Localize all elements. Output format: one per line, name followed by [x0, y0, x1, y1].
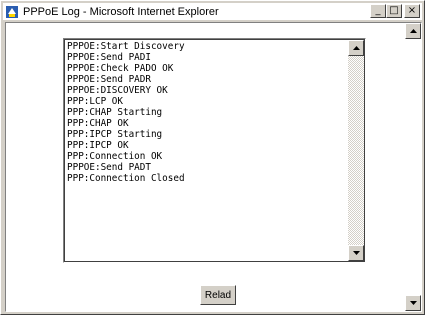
close-button[interactable]: ×: [404, 4, 420, 18]
log-line: PPPOE:Send PADT: [67, 162, 151, 173]
log-line: PPPOE:Send PADI: [67, 52, 151, 63]
window-title: PPPoE Log - Microsoft Internet Explorer: [23, 5, 219, 18]
arrow-up-icon: [352, 46, 360, 50]
log-line: PPP:Connection Closed: [67, 173, 185, 184]
log-line: PPP:IPCP OK: [67, 140, 129, 151]
arrow-up-icon: [409, 29, 417, 33]
log-scrollbar[interactable]: [348, 40, 364, 261]
log-text: PPPOE:Start Discovery PPPOE:Send PADI PPPO…: [67, 41, 347, 261]
browser-window: PPPoE Log - Microsoft Internet Explorer …: [0, 0, 425, 315]
internet-explorer-icon: [5, 5, 19, 19]
arrow-down-icon: [352, 251, 360, 255]
page-scroll-up-button[interactable]: [405, 23, 421, 39]
log-scroll-down-button[interactable]: [348, 245, 364, 261]
page-content: PPPOE:Start Discovery PPPOE:Send PADI PPPO…: [5, 22, 422, 312]
page-scroll-down-button[interactable]: [405, 295, 421, 311]
log-line: PPPOE:Send PADR: [67, 74, 151, 85]
arrow-down-icon: [409, 301, 417, 305]
maximize-button[interactable]: □: [386, 4, 402, 18]
page-scrollbar[interactable]: [405, 23, 421, 311]
log-line: PPP:LCP OK: [67, 96, 123, 107]
minimize-button[interactable]: _: [370, 4, 386, 18]
title-bar[interactable]: PPPoE Log - Microsoft Internet Explorer …: [3, 3, 422, 20]
log-line: PPPOE:Check PADO OK: [67, 63, 174, 74]
reload-button[interactable]: Relad: [200, 285, 236, 305]
log-line: PPP:Connection OK: [67, 151, 163, 162]
log-scroll-up-button[interactable]: [348, 40, 364, 56]
log-line: PPPOE:DISCOVERY OK: [67, 85, 168, 96]
log-line: PPPOE:Start Discovery: [67, 41, 185, 52]
log-line: PPP:CHAP OK: [67, 118, 129, 129]
log-textarea[interactable]: PPPOE:Start Discovery PPPOE:Send PADI PPPO…: [63, 38, 366, 263]
log-line: PPP:CHAP Starting: [67, 107, 163, 118]
log-line: PPP:IPCP Starting: [67, 129, 163, 140]
caption-buttons: _ □ ×: [370, 4, 420, 18]
